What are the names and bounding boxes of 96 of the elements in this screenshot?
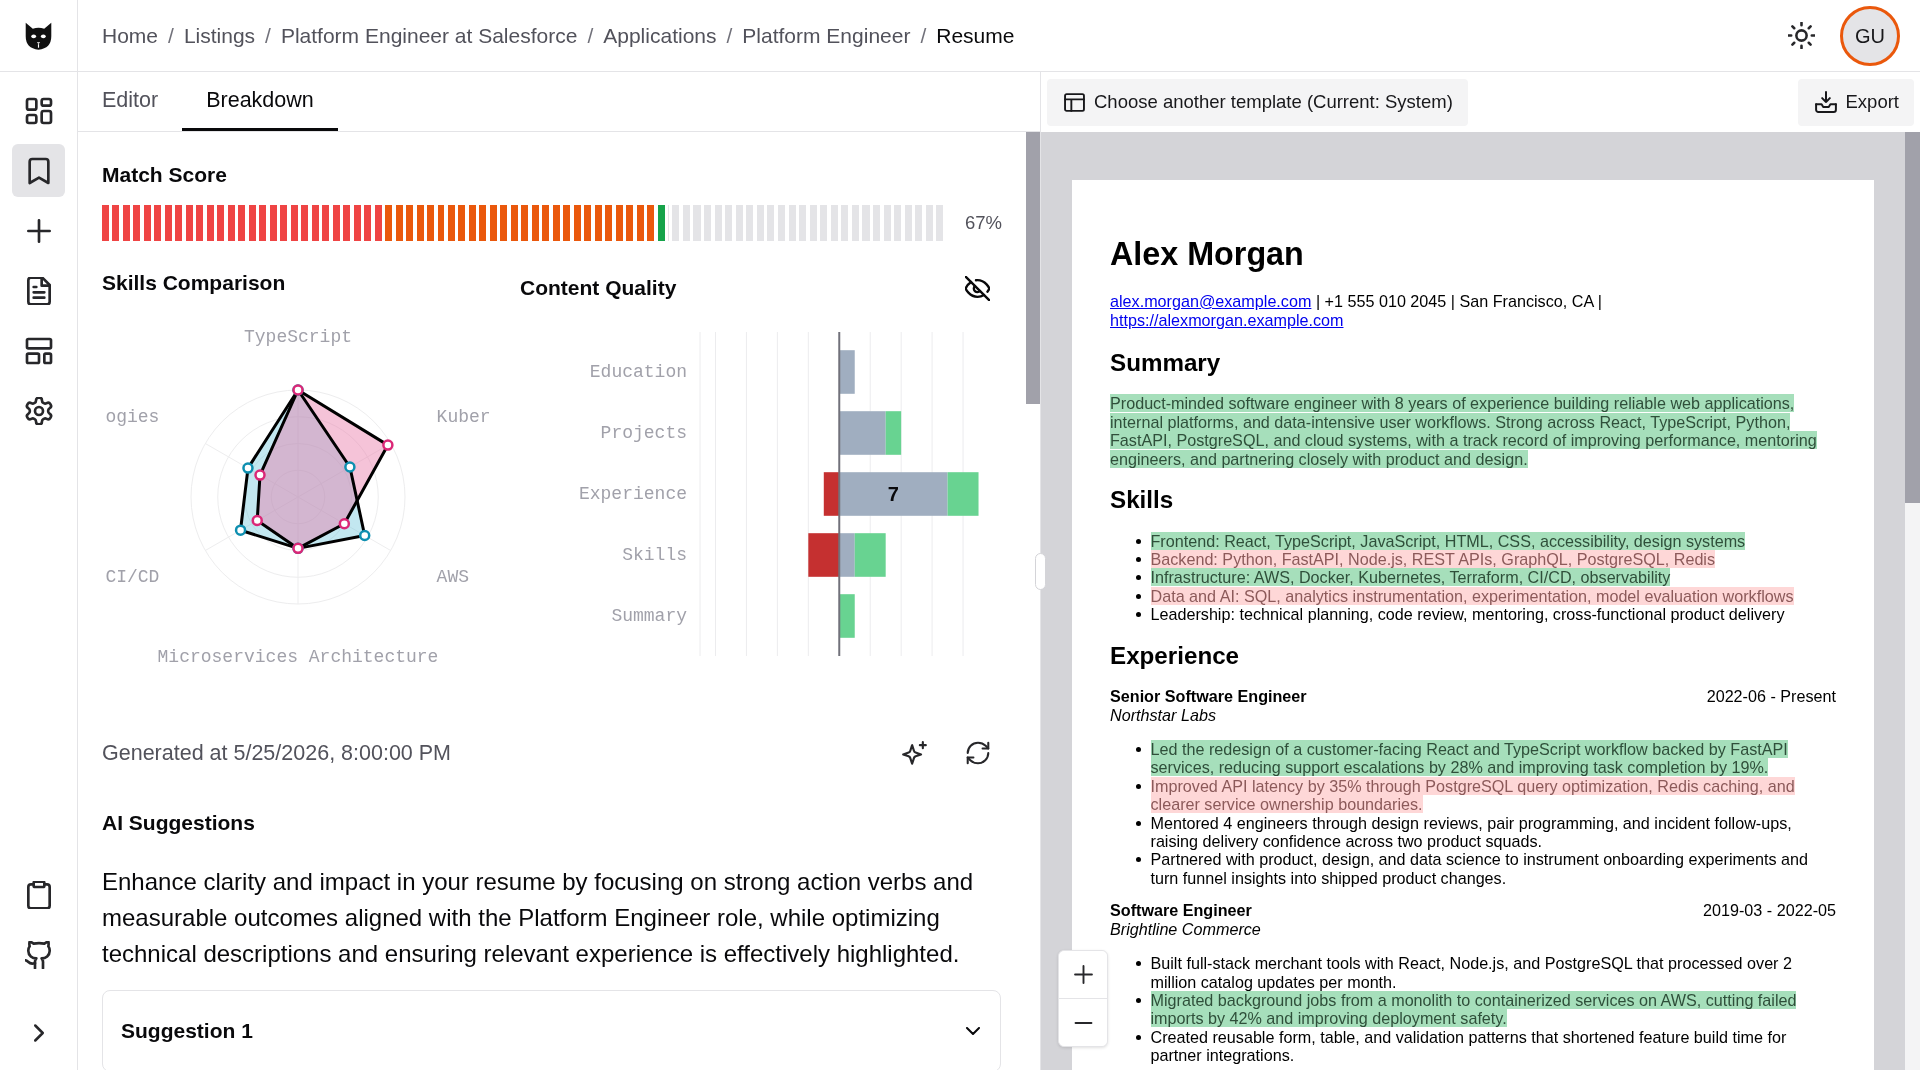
template-button[interactable]: Choose another template (Current: System) xyxy=(1047,78,1468,126)
bullet-icon xyxy=(1136,1034,1141,1040)
download-icon xyxy=(1814,91,1837,113)
bullet-item: Partnered with product, design, and data science to instrument onboarding experiments and turn funnel insights into shipped product changes. xyxy=(1150,850,1809,888)
job-title: Senior Software Engineer xyxy=(1110,687,1307,706)
breadcrumb-separator: / xyxy=(265,22,271,49)
sun-icon[interactable] xyxy=(1788,22,1815,49)
bullet-icon xyxy=(1136,575,1141,581)
section-title: Skills Comparison xyxy=(102,270,287,296)
axis-label: TypeScript xyxy=(244,327,352,347)
company-name: Northstar Labs xyxy=(1110,705,1217,725)
sparkle-icon[interactable] xyxy=(902,740,927,766)
plus-icon xyxy=(1073,965,1093,984)
breadcrumb-link[interactable]: Home xyxy=(102,19,159,52)
bullet-item: Migrated background jobs from a monolith to containerized services on AWS, cutting failed imports by 42% and improving deployment safety. xyxy=(1150,990,1798,1028)
generated-timestamp: Generated at 5/25/2026, 8:00:00 PM xyxy=(102,739,452,767)
cat-logo-icon xyxy=(25,21,52,50)
bullet-icon xyxy=(1136,593,1141,599)
chevron-down-icon xyxy=(965,1026,981,1035)
eye-slash-icon[interactable] xyxy=(965,275,990,301)
job-dates: 2019-03 - 2022-05 xyxy=(1703,901,1836,920)
zoom-in-button[interactable] xyxy=(1059,951,1107,998)
breadcrumb-current: Resume xyxy=(936,22,1015,49)
bullet-item: Built full-stack merchant tools with React, Node.js, and PostgreSQL that processed over 2 million catalog updates per month. xyxy=(1150,954,1793,991)
scrollbar[interactable] xyxy=(1026,132,1040,404)
website-link[interactable]: https://alexmorgan.example.com xyxy=(1110,311,1344,330)
section-heading: Summary xyxy=(1110,348,1222,377)
bullet-icon xyxy=(1136,961,1141,967)
clipboard-icon xyxy=(24,880,53,909)
axis-label: ogies xyxy=(105,407,160,427)
tab[interactable]: Breakdown xyxy=(182,72,338,131)
suggestion-toggle[interactable]: Suggestion 1 xyxy=(103,991,1000,1070)
nav-button[interactable] xyxy=(12,144,65,197)
breadcrumb-separator: / xyxy=(920,22,927,49)
section-title: Match Score xyxy=(102,162,228,188)
resume-name: Alex Morgan xyxy=(1110,236,1305,273)
breadcrumb-link[interactable]: Platform Engineer at Salesforce xyxy=(280,19,578,52)
plus-icon xyxy=(24,216,53,245)
refresh-icon[interactable] xyxy=(966,741,990,765)
resize-handle[interactable] xyxy=(1035,553,1046,590)
section-heading: Skills xyxy=(1110,486,1175,514)
settings-icon xyxy=(24,396,53,425)
axis-label: CI/CD xyxy=(105,567,160,587)
category-label: Skills xyxy=(622,545,687,565)
category-label: Education xyxy=(589,362,687,382)
skill-item: Leadership: technical planning, code review, mentoring, cross-functional product delivery xyxy=(1150,605,1786,624)
category-label: Summary xyxy=(611,606,687,626)
grid-icon xyxy=(24,96,53,125)
bullet-icon xyxy=(1136,538,1141,544)
document-icon xyxy=(24,276,53,305)
bullet-icon xyxy=(1136,747,1141,753)
breadcrumb-link[interactable]: Platform Engineer xyxy=(742,19,911,52)
section-heading: Experience xyxy=(1110,641,1241,670)
section-title: AI Suggestions xyxy=(102,810,256,836)
skill-item: Backend: Python, FastAPI, Node.js, REST APIs, GraphQL, PostgreSQL, Redis xyxy=(1150,550,1717,569)
bullet-item: Mentored 4 engineers through design reviews, pair programming, and incident follow-ups, raising delivery confidence across two product squads. xyxy=(1150,813,1793,851)
skill-item: Data and AI: SQL, analytics instrumentation, experimentation, model evaluation workflows xyxy=(1150,586,1795,606)
layout-icon xyxy=(24,336,53,365)
breadcrumb-separator: / xyxy=(168,22,174,49)
score-reading: 67% xyxy=(965,211,1003,236)
email-link[interactable]: alex.morgan@example.com xyxy=(1110,291,1312,310)
bullet-icon xyxy=(1136,557,1141,562)
tab[interactable]: Editor xyxy=(78,72,183,131)
minus-icon xyxy=(1073,1021,1093,1024)
axis-label: AWS xyxy=(436,567,469,587)
breadcrumb-link[interactable]: Listings xyxy=(183,19,256,52)
bullet-icon xyxy=(1136,857,1141,863)
bullet-icon xyxy=(1136,612,1141,618)
axis-label: Kuber xyxy=(436,407,491,427)
github-icon xyxy=(24,940,53,969)
bullet-icon xyxy=(1136,783,1141,789)
skill-item: Infrastructure: AWS, Docker, Kubernetes, Terraform, CI/CD, observability xyxy=(1150,568,1672,587)
section-title: Content Quality xyxy=(520,275,677,301)
layout-icon xyxy=(1064,92,1085,112)
skill-item: Frontend: React, TypeScript, JavaScript, HTML, CSS, accessibility, design systems xyxy=(1150,531,1747,550)
scrollbar[interactable] xyxy=(1905,132,1920,503)
export-button[interactable]: Export xyxy=(1797,78,1914,126)
category-label: Experience xyxy=(578,484,687,504)
breadcrumb-link[interactable]: Applications xyxy=(603,19,717,52)
axis-label: Microservices Architecture xyxy=(157,647,439,667)
bullet-item: Improved API latency by 35% through PostgreSQL query optimization, Redis caching, and clearer service ownership boundaries. xyxy=(1150,776,1796,814)
avatar[interactable]: GU xyxy=(1840,5,1900,66)
bullet-icon xyxy=(1136,820,1141,826)
chevron-right-icon xyxy=(33,1023,44,1042)
breadcrumb-separator: / xyxy=(587,22,594,49)
breadcrumb-separator: / xyxy=(726,22,733,49)
bullet-item: Created reusable form, table, and validation patterns that shortened feature build time for partner integrations. xyxy=(1150,1027,1788,1065)
category-label: Projects xyxy=(600,423,687,443)
suggestion-summary: Enhance clarity and impact in your resume by focusing on strong action verbs and measurable outcomes aligned with the Platform Engineer role, while optimizing technical descriptions and ensuring relevant experience is effectively highlighted. xyxy=(102,867,975,969)
job-dates: 2022-06 - Present xyxy=(1706,687,1836,706)
bullet-icon xyxy=(1136,997,1141,1003)
bullet-item: Led the redesign of a customer-facing React and TypeScript workflow backed by FastAPI services, reducing support escalations by 28% and improving task completion by 19%. xyxy=(1150,740,1789,777)
company-name: Brightline Commerce xyxy=(1110,919,1262,939)
job-title: Software Engineer xyxy=(1110,901,1252,920)
summary-text: Product-minded software engineer with 8 years of experience building reliable web applications, internal platforms, and data-intensive user workflows. Strong across React, TypeScript, Python, FastAPI, PostgreSQL, and cloud systems, with a track record of improving performance, mentoring engineers, and partnering closely with product and design. xyxy=(1110,394,1818,468)
contact-line: alex.morgan@example.com | +1 555 010 2045 | San Francisco, CA | https://alexmorgan.example.com xyxy=(1110,291,1603,331)
